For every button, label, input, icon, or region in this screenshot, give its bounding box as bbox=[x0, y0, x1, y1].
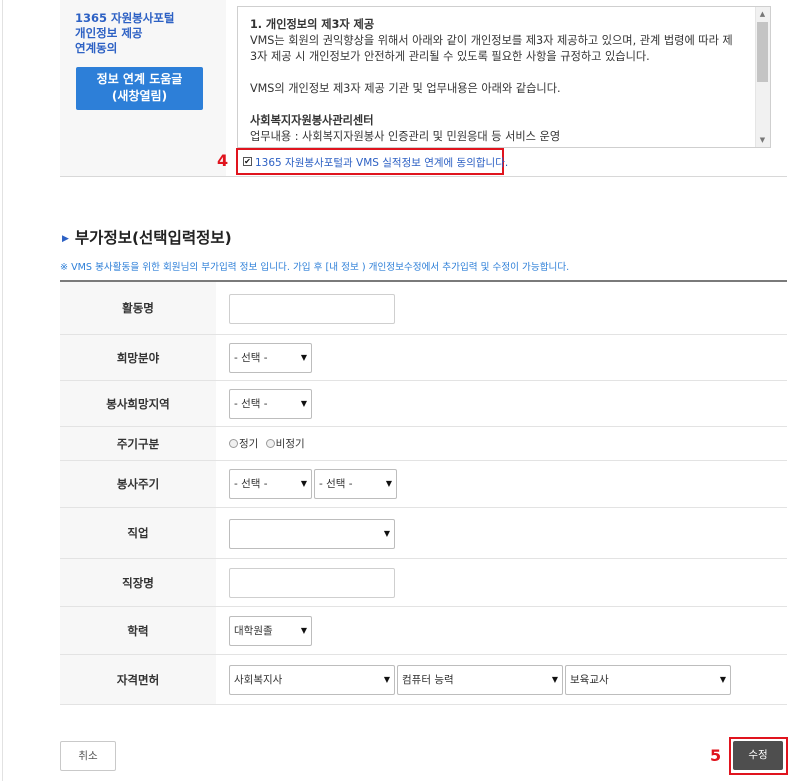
divider bbox=[60, 176, 787, 177]
agree-checkbox[interactable]: ✔ bbox=[243, 157, 252, 166]
period-type-radios: 정기 비정기 bbox=[229, 436, 305, 451]
step-marker-5: 5 bbox=[710, 746, 722, 765]
step-marker-4: 4 bbox=[217, 151, 229, 170]
radio-regular[interactable] bbox=[229, 439, 238, 448]
row-label: 봉사희망지역 bbox=[60, 381, 216, 426]
scroll-up-arrow-icon[interactable]: ▲ bbox=[755, 7, 770, 21]
info-link-help-button[interactable]: 정보 연계 도움글 (새창열림) bbox=[76, 67, 203, 110]
row-label: 자격면허 bbox=[60, 655, 216, 704]
form-row-activity-name: 활동명 bbox=[60, 282, 787, 335]
row-label: 주기구분 bbox=[60, 427, 216, 460]
radio-label[interactable]: 비정기 bbox=[276, 438, 305, 450]
dropdown-arrow-icon: ▼ bbox=[383, 529, 390, 538]
scroll-down-arrow-icon[interactable]: ▼ bbox=[755, 133, 770, 147]
certificate-select-2[interactable]: 컴퓨터 능력 ▼ bbox=[397, 665, 563, 695]
terms-org-duty: 업무내용 : 사회복지자원봉사 인증관리 및 민원응대 등 서비스 운영 bbox=[250, 130, 561, 143]
consent-title-line: 연계동의 bbox=[75, 41, 118, 55]
form-row-education: 학력 대학원졸 ▼ bbox=[60, 607, 787, 655]
dropdown-arrow-icon: ▼ bbox=[300, 479, 307, 488]
select-value: - 선택 - bbox=[234, 478, 268, 490]
certificate-select-3[interactable]: 보육교사 ▼ bbox=[565, 665, 731, 695]
select-value: 컴퓨터 능력 bbox=[402, 674, 454, 686]
agree-highlight-box: ✔ 1365 자원봉사포털과 VMS 실적정보 연계에 동의합니다. bbox=[236, 148, 508, 175]
terms-paragraph: VMS는 회원의 권익향상을 위해서 아래와 같이 개인정보를 제3자 제공하고… bbox=[250, 34, 733, 47]
service-cycle-select-2[interactable]: - 선택 - ▼ bbox=[314, 469, 397, 499]
submit-highlight-box: 수정 bbox=[729, 737, 788, 775]
row-label: 직업 bbox=[60, 508, 216, 558]
activity-name-input[interactable] bbox=[229, 294, 395, 324]
terms-paragraph: VMS의 개인정보 제3자 제공 기관 및 업무내용은 아래와 같습니다. bbox=[250, 82, 561, 95]
workplace-input[interactable] bbox=[229, 568, 395, 598]
submit-button[interactable]: 수정 bbox=[733, 741, 783, 770]
help-button-line: 정보 연계 도움글 bbox=[96, 72, 183, 86]
left-border bbox=[2, 0, 3, 781]
dropdown-arrow-icon: ▼ bbox=[383, 675, 390, 684]
terms-paragraph: 3자 제공 시 개인정보가 안전하게 관리될 수 있도록 필요한 사항을 규정하… bbox=[250, 50, 650, 63]
occupation-select[interactable]: ▼ bbox=[229, 519, 395, 549]
row-label: 활동명 bbox=[60, 282, 216, 334]
form-row-period-type: 주기구분 정기 비정기 bbox=[60, 427, 787, 461]
terms-scroll-box[interactable]: 1. 개인정보의 제3자 제공 VMS는 회원의 권익향상을 위해서 아래와 같… bbox=[237, 6, 771, 148]
form-row-occupation: 직업 ▼ bbox=[60, 508, 787, 559]
terms-text: 1. 개인정보의 제3자 제공 VMS는 회원의 권익향상을 위해서 아래와 같… bbox=[250, 17, 746, 145]
row-label: 학력 bbox=[60, 607, 216, 654]
select-value: 보육교사 bbox=[570, 674, 609, 686]
row-label: 직장명 bbox=[60, 559, 216, 606]
help-button-line: (새창열림) bbox=[111, 89, 168, 103]
select-value: - 선택 - bbox=[234, 352, 268, 364]
desired-field-select[interactable]: - 선택 - ▼ bbox=[229, 343, 312, 373]
radio-label[interactable]: 정기 bbox=[239, 438, 258, 450]
consent-title-line: 1365 자원봉사포털 bbox=[75, 11, 175, 25]
select-value: - 선택 - bbox=[319, 478, 353, 490]
consent-label-column: 1365 자원봉사포털 개인정보 제공 연계동의 정보 연계 도움글 (새창열림… bbox=[60, 0, 226, 176]
education-select[interactable]: 대학원졸 ▼ bbox=[229, 616, 312, 646]
row-label: 희망분야 bbox=[60, 335, 216, 380]
scroll-thumb[interactable] bbox=[757, 22, 768, 82]
consent-title-line: 개인정보 제공 bbox=[75, 26, 143, 40]
dropdown-arrow-icon: ▼ bbox=[719, 675, 726, 684]
service-cycle-select-1[interactable]: - 선택 - ▼ bbox=[229, 469, 312, 499]
form-row-workplace: 직장명 bbox=[60, 559, 787, 607]
dropdown-arrow-icon: ▼ bbox=[551, 675, 558, 684]
terms-scrollbar[interactable]: ▲ ▼ bbox=[755, 7, 770, 147]
section-heading-text: 부가정보(선택입력정보) bbox=[74, 229, 232, 247]
dropdown-arrow-icon: ▼ bbox=[300, 353, 307, 362]
agree-label[interactable]: 1365 자원봉사포털과 VMS 실적정보 연계에 동의합니다. bbox=[255, 155, 508, 170]
terms-org-name: 사회복지자원봉사관리센터 bbox=[250, 114, 374, 127]
consent-section: 1365 자원봉사포털 개인정보 제공 연계동의 정보 연계 도움글 (새창열림… bbox=[60, 0, 787, 176]
additional-info-form: 활동명 희망분야 - 선택 - ▼ 봉사희망지역 - 선택 - ▼ 주기구분 정기 … bbox=[60, 280, 787, 705]
form-row-desired-field: 희망분야 - 선택 - ▼ bbox=[60, 335, 787, 381]
desired-region-select[interactable]: - 선택 - ▼ bbox=[229, 389, 312, 419]
dropdown-arrow-icon: ▼ bbox=[300, 399, 307, 408]
form-row-certificates: 자격면허 사회복지사 ▼ 컴퓨터 능력 ▼ 보육교사 ▼ bbox=[60, 655, 787, 705]
dropdown-arrow-icon: ▼ bbox=[300, 626, 307, 635]
cancel-button[interactable]: 취소 bbox=[60, 741, 116, 771]
section-heading: ▶ 부가정보(선택입력정보) bbox=[62, 226, 232, 248]
select-value: 대학원졸 bbox=[234, 625, 273, 637]
dropdown-arrow-icon: ▼ bbox=[385, 479, 392, 488]
form-row-desired-region: 봉사희망지역 - 선택 - ▼ bbox=[60, 381, 787, 427]
certificate-select-1[interactable]: 사회복지사 ▼ bbox=[229, 665, 395, 695]
terms-heading: 1. 개인정보의 제3자 제공 bbox=[250, 18, 375, 31]
row-label: 봉사주기 bbox=[60, 461, 216, 507]
consent-title: 1365 자원봉사포털 개인정보 제공 연계동의 bbox=[75, 11, 215, 56]
triangle-bullet-icon: ▶ bbox=[62, 234, 69, 244]
radio-irregular[interactable] bbox=[265, 439, 275, 448]
form-row-service-cycle: 봉사주기 - 선택 - ▼ - 선택 - ▼ bbox=[60, 461, 787, 508]
section-note: ※ VMS 봉사활동을 위한 회원님의 부가입력 정보 입니다. 가입 후 [내… bbox=[60, 262, 570, 273]
select-value: - 선택 - bbox=[234, 398, 268, 410]
select-value: 사회복지사 bbox=[234, 674, 283, 686]
